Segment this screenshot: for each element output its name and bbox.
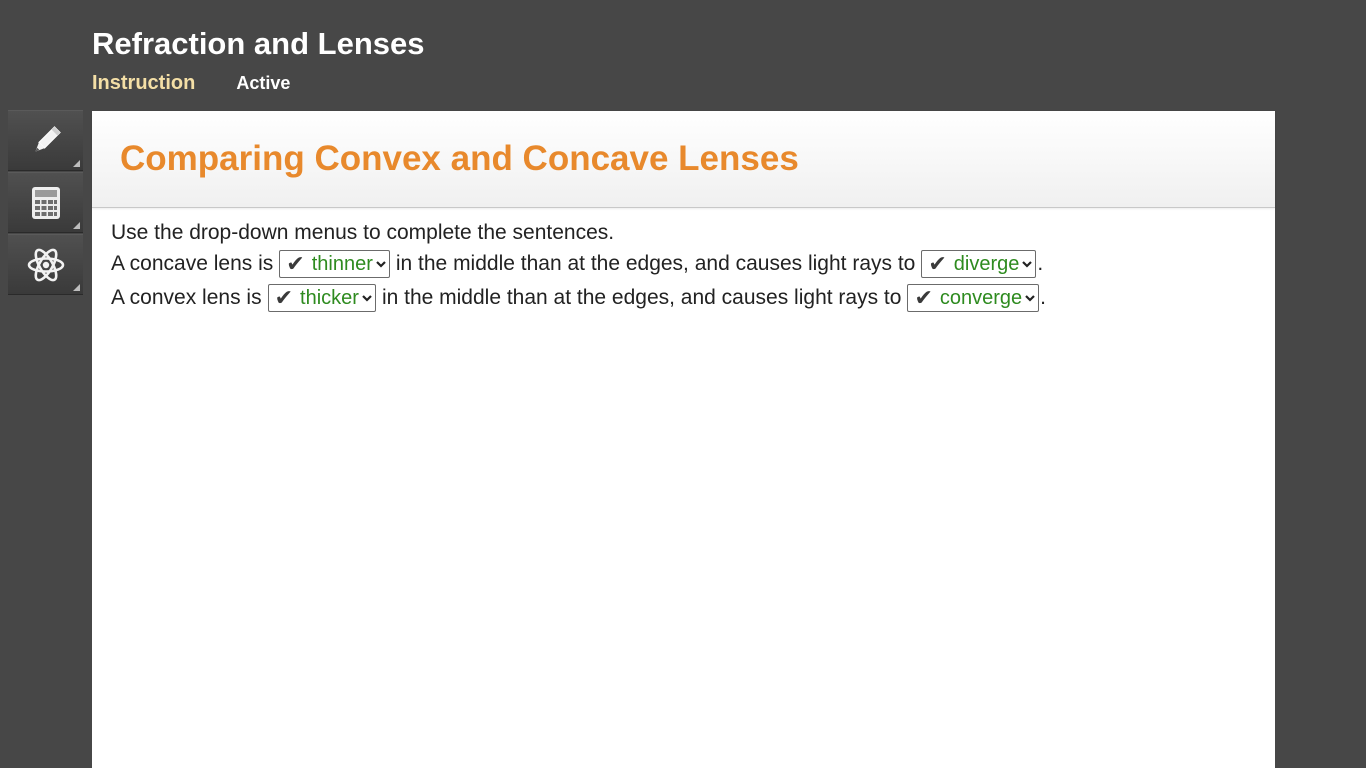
chevron-down-icon [375, 259, 387, 269]
dropdown-value: thinner [311, 253, 373, 275]
expand-corner-icon [73, 222, 80, 229]
dropdown-value: thicker [300, 287, 359, 309]
activity-header: Comparing Convex and Concave Lenses [92, 111, 1275, 208]
dropdown-value: diverge [953, 253, 1020, 275]
thickness-dropdown-concave[interactable]: ✔ thinner [279, 250, 390, 278]
instructions-text: Use the drop-down menus to complete the … [111, 221, 615, 244]
mode-tabs: Instruction Active [92, 72, 290, 95]
instructions-line: Use the drop-down menus to complete the … [111, 219, 1046, 247]
app-title: Refraction and Lenses [92, 26, 425, 61]
checkmark-icon: ✔ [274, 285, 294, 310]
sentence-text: A concave lens is [111, 252, 274, 275]
calculator-icon [31, 186, 60, 219]
dropdown-value: converge [939, 287, 1023, 309]
ray-dropdown-concave[interactable]: ✔ diverge [921, 250, 1037, 278]
activity-panel: Comparing Convex and Concave Lenses Use … [92, 111, 1275, 768]
sentence-period: . [1040, 286, 1046, 309]
calculator-tool-button[interactable] [8, 172, 83, 233]
checkmark-icon: ✔ [914, 285, 933, 310]
atom-tool-button[interactable] [8, 234, 83, 295]
chevron-down-icon [361, 293, 373, 303]
checkmark-icon: ✔ [928, 251, 947, 276]
checkmark-icon: ✔ [286, 251, 305, 276]
tab-instruction[interactable]: Instruction [92, 72, 195, 95]
sentence-text: in the middle than at the edges, and cau… [395, 252, 916, 275]
sentence-text: in the middle than at the edges, and cau… [381, 286, 902, 309]
chevron-down-icon [1024, 293, 1036, 303]
thickness-dropdown-convex[interactable]: ✔ thicker [267, 284, 376, 312]
pencil-icon [34, 125, 61, 152]
chevron-down-icon [1021, 259, 1033, 269]
tab-active[interactable]: Active [236, 73, 290, 94]
sentence-concave: A concave lens is ✔ thinner in the middl… [111, 247, 1046, 281]
ray-dropdown-convex[interactable]: ✔ converge [907, 284, 1040, 312]
sentence-convex: A convex lens is ✔ thicker in the middle… [111, 281, 1046, 315]
sentence-period: . [1037, 252, 1044, 275]
activity-body: Use the drop-down menus to complete the … [111, 219, 1046, 315]
app-header: Refraction and Lenses [92, 24, 424, 64]
atom-icon [27, 248, 64, 281]
pencil-tool-button[interactable] [8, 110, 83, 171]
tool-sidebar [8, 110, 84, 296]
expand-corner-icon [73, 284, 80, 291]
activity-title: Comparing Convex and Concave Lenses [120, 139, 799, 178]
expand-corner-icon [73, 160, 80, 167]
sentence-text: A convex lens is [111, 286, 262, 309]
